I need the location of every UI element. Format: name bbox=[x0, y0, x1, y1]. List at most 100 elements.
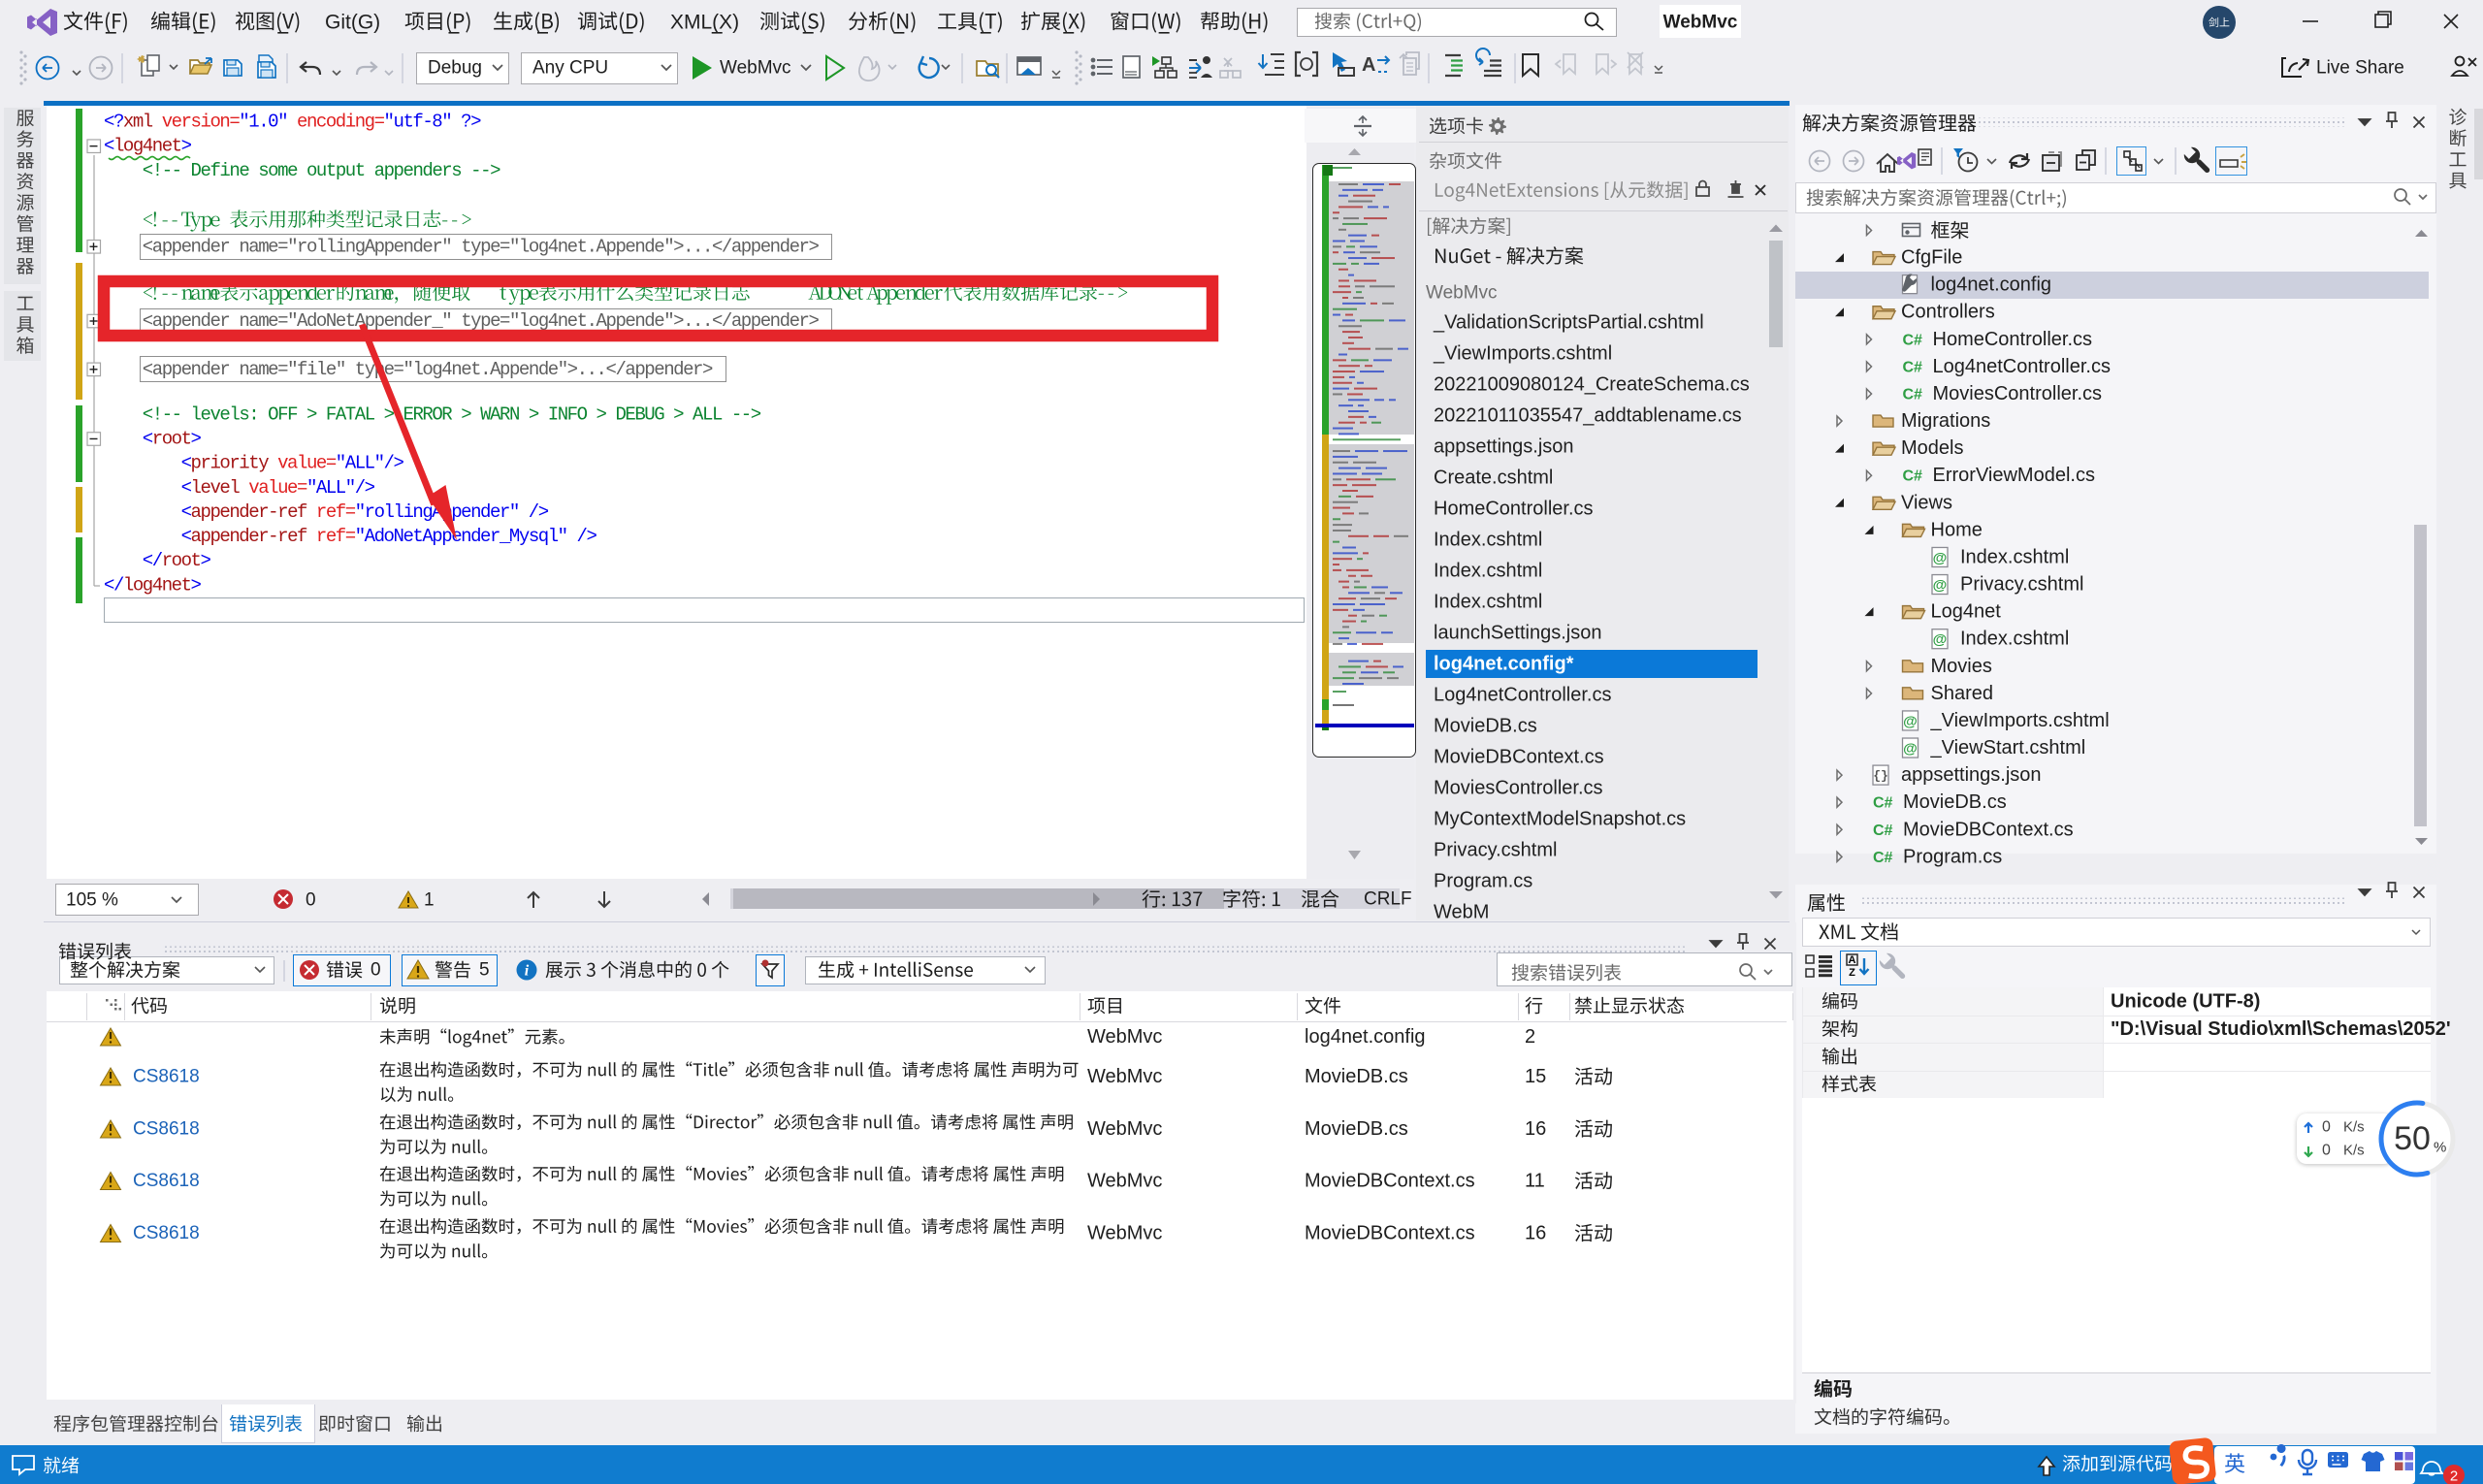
svg-text:Views: Views bbox=[1901, 492, 1952, 513]
svg-text:Program.cs: Program.cs bbox=[1434, 871, 1532, 892]
svg-text:log4net.config: log4net.config bbox=[1305, 1026, 1426, 1048]
svg-text:%: % bbox=[2434, 1140, 2446, 1156]
svg-text:MovieDBContext.cs: MovieDBContext.cs bbox=[1305, 1223, 1475, 1244]
svg-text:<root>: <root> bbox=[143, 428, 202, 449]
svg-text:2: 2 bbox=[1525, 1026, 1535, 1048]
svg-text:16: 16 bbox=[1525, 1223, 1546, 1244]
svg-text:Log4netController.cs: Log4netController.cs bbox=[1434, 685, 1611, 706]
svg-text:WebMvc: WebMvc bbox=[720, 58, 791, 79]
svg-text:<appender name="file" type="l: <appender name="file" type="log4net.Appe… bbox=[143, 359, 713, 380]
svg-text:</log4net>: </log4net> bbox=[104, 574, 202, 596]
svg-text:MyContextModelSnapshot.cs: MyContextModelSnapshot.cs bbox=[1434, 809, 1686, 830]
svg-text:@: @ bbox=[1933, 577, 1948, 594]
svg-text:Any CPU: Any CPU bbox=[532, 58, 608, 79]
svg-text:Index.cshtml: Index.cshtml bbox=[1434, 561, 1542, 582]
svg-text:Controllers: Controllers bbox=[1901, 302, 1995, 323]
svg-text:11: 11 bbox=[1525, 1171, 1545, 1192]
svg-text:launchSettings.json: launchSettings.json bbox=[1434, 623, 1601, 644]
svg-text:MoviesController.cs: MoviesController.cs bbox=[1933, 383, 2103, 404]
svg-text:WebM: WebM bbox=[1434, 902, 1489, 923]
svg-text:log4net.config: log4net.config bbox=[1931, 274, 2052, 296]
svg-text:@: @ bbox=[1903, 713, 1918, 729]
svg-text:Create.cshtml: Create.cshtml bbox=[1434, 468, 1553, 489]
svg-text:WebMvc: WebMvc bbox=[1087, 1118, 1162, 1140]
svg-text:15: 15 bbox=[1525, 1066, 1546, 1087]
svg-text:1: 1 bbox=[424, 890, 435, 911]
svg-text:Shared: Shared bbox=[1931, 683, 1994, 704]
svg-text:<!-- Define some output append: <!-- Define some output appenders --> bbox=[143, 160, 500, 181]
svg-text:Index.cshtml: Index.cshtml bbox=[1434, 592, 1542, 613]
svg-text:<appender name="rollingAppende: <appender name="rollingAppender" type="l… bbox=[143, 236, 820, 257]
svg-text:Index.cshtml: Index.cshtml bbox=[1960, 546, 2069, 567]
svg-text:MovieDBContext.cs: MovieDBContext.cs bbox=[1305, 1171, 1475, 1192]
svg-text:HomeController.cs: HomeController.cs bbox=[1434, 499, 1594, 520]
svg-text:appsettings.json: appsettings.json bbox=[1434, 436, 1574, 458]
svg-text:MoviesController.cs: MoviesController.cs bbox=[1434, 778, 1603, 799]
svg-text:0: 0 bbox=[371, 960, 381, 981]
svg-text:<appender-refref="rollingAppen: <appender-refref="rollingAppender"/> bbox=[181, 501, 549, 523]
svg-text:i: i bbox=[525, 963, 530, 980]
svg-text:Unicode (UTF-8): Unicode (UTF-8) bbox=[2111, 990, 2260, 1012]
svg-text:_ViewImports.cshtml: _ViewImports.cshtml bbox=[1930, 710, 2110, 731]
svg-text:WebMvc: WebMvc bbox=[1663, 13, 1738, 33]
svg-text:20221011035547_addtablename.cs: 20221011035547_addtablename.cs bbox=[1434, 405, 1742, 427]
svg-text:Migrations: Migrations bbox=[1901, 410, 1990, 432]
svg-text:C#: C# bbox=[1903, 359, 1923, 375]
svg-text:<log4net>: <log4net> bbox=[104, 136, 192, 157]
svg-text:WebMvc: WebMvc bbox=[1087, 1223, 1162, 1244]
svg-text:MovieDB.cs: MovieDB.cs bbox=[1434, 716, 1537, 737]
svg-text:@: @ bbox=[1933, 550, 1948, 566]
svg-text:MovieDBContext.cs: MovieDBContext.cs bbox=[1903, 819, 2074, 840]
svg-text:_ViewImports.cshtml: _ViewImports.cshtml bbox=[1433, 343, 1612, 365]
svg-text:105 %: 105 % bbox=[66, 890, 118, 911]
svg-text:CS8618: CS8618 bbox=[133, 1223, 200, 1243]
svg-text:C#: C# bbox=[1873, 850, 1893, 866]
svg-text:A: A bbox=[1849, 954, 1856, 966]
svg-text:Log4net: Log4net bbox=[1931, 601, 2002, 623]
svg-text:"D:\Visual Studio\xml\Schemas\: "D:\Visual Studio\xml\Schemas\2052' bbox=[2111, 1018, 2451, 1040]
svg-text:<priorityvalue="ALL"/>: <priorityvalue="ALL"/> bbox=[181, 453, 404, 474]
svg-text:0: 0 bbox=[2322, 1119, 2331, 1136]
svg-text:log4net.config*: log4net.config* bbox=[1434, 654, 1574, 675]
svg-text:XML(X): XML(X) bbox=[670, 12, 739, 34]
svg-text:@: @ bbox=[1903, 741, 1918, 758]
svg-text:K/s: K/s bbox=[2343, 1119, 2365, 1136]
svg-text:5: 5 bbox=[479, 960, 490, 981]
svg-text:50: 50 bbox=[2394, 1120, 2431, 1157]
svg-text:C#: C# bbox=[1903, 386, 1923, 403]
svg-text:CS8618: CS8618 bbox=[133, 1119, 200, 1140]
svg-text:_ViewStart.cshtml: _ViewStart.cshtml bbox=[1930, 737, 2086, 758]
svg-text:appsettings.json: appsettings.json bbox=[1901, 764, 2042, 786]
svg-text:MovieDB.cs: MovieDB.cs bbox=[1903, 791, 2007, 813]
svg-text:<?xmlversion="1.0"encoding="ut: <?xmlversion="1.0"encoding="utf-8"?> bbox=[104, 112, 481, 133]
svg-text:<appender name="AdoNetAppender: <appender name="AdoNetAppender_" type="l… bbox=[143, 310, 820, 332]
svg-text:Program.cs: Program.cs bbox=[1903, 846, 2002, 867]
svg-text:Git(G): Git(G) bbox=[325, 12, 380, 34]
svg-text:Z: Z bbox=[1849, 967, 1855, 979]
svg-text:MovieDB.cs: MovieDB.cs bbox=[1305, 1118, 1408, 1140]
svg-text:Log4netController.cs: Log4netController.cs bbox=[1933, 356, 2111, 377]
svg-text:K/s: K/s bbox=[2343, 1143, 2365, 1159]
svg-text:Privacy.cshtml: Privacy.cshtml bbox=[1434, 840, 1557, 861]
svg-text:CfgFile: CfgFile bbox=[1901, 247, 1962, 269]
svg-text:A: A bbox=[1362, 54, 1375, 76]
svg-text:HomeController.cs: HomeController.cs bbox=[1933, 329, 2093, 350]
svg-text:CS8618: CS8618 bbox=[133, 1067, 200, 1087]
svg-text:ErrorViewModel.cs: ErrorViewModel.cs bbox=[1933, 465, 2095, 486]
svg-text:C#: C# bbox=[1873, 823, 1893, 839]
svg-text:</root>: </root> bbox=[143, 550, 211, 571]
svg-text:WebMvc: WebMvc bbox=[1426, 283, 1498, 304]
svg-text:WebMvc: WebMvc bbox=[1087, 1026, 1162, 1048]
svg-text:Debug: Debug bbox=[428, 58, 482, 79]
svg-text:0: 0 bbox=[2322, 1143, 2331, 1159]
svg-text:Home: Home bbox=[1931, 519, 1983, 540]
svg-text:Privacy.cshtml: Privacy.cshtml bbox=[1960, 574, 2083, 596]
svg-text:<appender-refref="AdoNetAppend: <appender-refref="AdoNetAppender_Mysql"/… bbox=[181, 526, 597, 547]
svg-text:16: 16 bbox=[1525, 1118, 1546, 1140]
svg-text:Index.cshtml: Index.cshtml bbox=[1434, 530, 1542, 551]
svg-text:<levelvalue="ALL"/>: <levelvalue="ALL"/> bbox=[181, 477, 375, 499]
svg-text:20221009080124_CreateSchema.cs: 20221009080124_CreateSchema.cs bbox=[1434, 374, 1750, 396]
svg-text:C#: C# bbox=[1903, 332, 1923, 348]
svg-text:CRLF: CRLF bbox=[1364, 889, 1412, 910]
svg-text:{}: {} bbox=[1873, 769, 1888, 784]
